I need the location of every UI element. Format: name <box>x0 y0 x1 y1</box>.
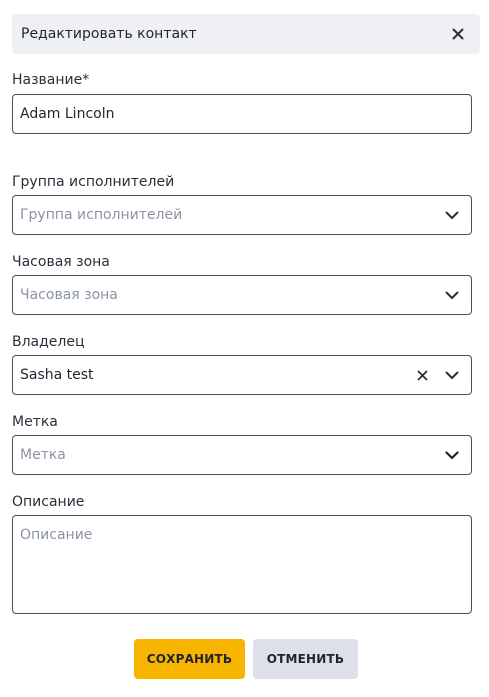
description-placeholder: Описание <box>20 527 93 543</box>
group-label: Группа исполнителей <box>12 174 175 190</box>
dialog-header: Редактировать контакт <box>12 14 480 54</box>
owner-value: Sasha test <box>20 367 94 383</box>
name-label: Название* <box>12 72 90 88</box>
timezone-placeholder: Часовая зона <box>20 287 118 303</box>
group-select[interactable]: Группа исполнителей <box>12 195 472 235</box>
clear-icon[interactable] <box>411 364 433 386</box>
group-placeholder: Группа исполнителей <box>20 207 183 223</box>
chevron-down-icon[interactable] <box>441 364 463 386</box>
tag-label: Метка <box>12 414 58 430</box>
edit-contact-dialog: Редактировать контакт Название* Adam Lin… <box>0 0 489 697</box>
tag-placeholder: Метка <box>20 447 66 463</box>
owner-label: Владелец <box>12 334 85 350</box>
timezone-select[interactable]: Часовая зона <box>12 275 472 315</box>
name-field[interactable]: Adam Lincoln <box>12 94 472 134</box>
description-textarea[interactable]: Описание <box>12 515 472 614</box>
dialog-title: Редактировать контакт <box>21 26 197 42</box>
description-label: Описание <box>12 494 85 510</box>
tag-select[interactable]: Метка <box>12 435 472 475</box>
timezone-label: Часовая зона <box>12 254 110 270</box>
chevron-down-icon[interactable] <box>441 284 463 306</box>
cancel-button[interactable]: ОТМЕНИТЬ <box>253 639 358 679</box>
chevron-down-icon[interactable] <box>441 444 463 466</box>
name-value: Adam Lincoln <box>20 106 115 122</box>
chevron-down-icon[interactable] <box>441 204 463 226</box>
owner-select[interactable]: Sasha test <box>12 355 472 395</box>
close-icon[interactable] <box>448 24 468 44</box>
save-button[interactable]: СОХРАНИТЬ <box>134 639 245 679</box>
